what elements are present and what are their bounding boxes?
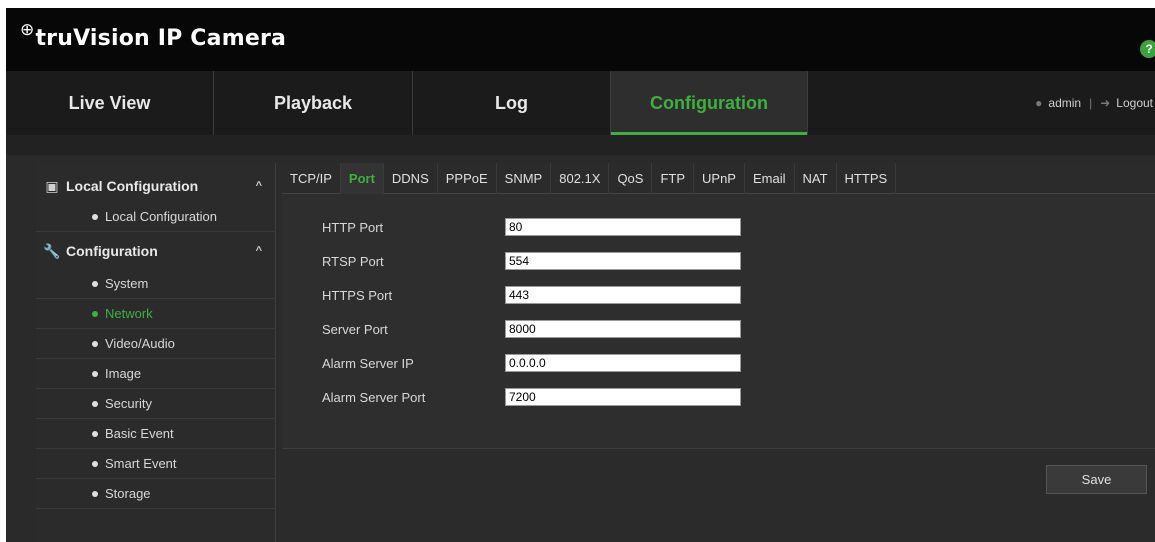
help-icon[interactable]: ?: [1140, 40, 1155, 58]
tab-email[interactable]: Email: [745, 163, 795, 194]
bullet-icon: [92, 370, 98, 377]
user-separator: |: [1089, 96, 1093, 110]
tab-nat[interactable]: NAT: [795, 163, 837, 194]
local-config-icon: ▣: [45, 177, 59, 194]
sidebar-section-label: Configuration: [66, 243, 158, 259]
alarm-server-ip-label: Alarm Server IP: [322, 355, 414, 371]
bullet-icon: [92, 310, 98, 317]
tab-https[interactable]: HTTPS: [837, 163, 897, 194]
sidebar-section-configuration[interactable]: 🔧 Configuration ^: [36, 236, 276, 266]
nav-tab-playback[interactable]: Playback: [214, 71, 413, 135]
sidebar-section-local-configuration[interactable]: ▣ Local Configuration ^: [36, 171, 276, 201]
tab-upnp[interactable]: UPnP: [694, 163, 745, 194]
collapse-caret-icon[interactable]: ^: [256, 180, 262, 192]
nav-tab-configuration[interactable]: Configuration: [611, 71, 808, 135]
bullet-icon: [92, 400, 98, 407]
sidebar-item-storage[interactable]: Storage: [36, 479, 276, 509]
bullet-icon: [92, 460, 98, 467]
wrench-icon: 🔧: [43, 242, 61, 259]
tab-802-1x[interactable]: 802.1X: [551, 163, 610, 194]
sidebar-item-label: Image: [105, 366, 142, 381]
brand-title: truVision IP Camera: [35, 26, 287, 51]
rtsp-port-label: RTSP Port: [322, 253, 384, 269]
logout-icon[interactable]: ➜: [1100, 96, 1110, 110]
sidebar-item-label: Storage: [105, 486, 151, 501]
user-icon: ●: [1035, 96, 1043, 110]
rtsp-port-row: RTSP Port 554: [322, 251, 741, 271]
collapse-caret-icon[interactable]: ^: [256, 245, 262, 257]
http-port-label: HTTP Port: [322, 219, 384, 235]
sidebar-item-label: Smart Event: [105, 456, 177, 471]
server-port-row: Server Port 8000: [322, 319, 741, 339]
https-port-row: HTTPS Port 443: [322, 285, 741, 305]
sidebar-section-label: Local Configuration: [66, 178, 199, 194]
bullet-icon: [92, 340, 98, 347]
alarm-server-port-row: Alarm Server Port 7200: [322, 387, 741, 407]
sidebar-item-video-audio[interactable]: Video/Audio: [36, 329, 276, 359]
http-port-row: HTTP Port 80: [322, 217, 741, 237]
bullet-icon: [92, 213, 98, 220]
user-area: ● admin | ➜ Logout: [1035, 71, 1155, 135]
sidebar-item-security[interactable]: Security: [36, 389, 276, 419]
server-port-field[interactable]: 8000: [505, 320, 741, 338]
rtsp-port-field[interactable]: 554: [505, 252, 741, 270]
sidebar-item-image[interactable]: Image: [36, 359, 276, 389]
logo-mark-icon: ⊕: [20, 20, 35, 40]
https-port-label: HTTPS Port: [322, 287, 393, 303]
sidebar-item-label: Security: [105, 396, 152, 411]
alarm-server-port-label: Alarm Server Port: [322, 389, 426, 405]
title-bar: ⊕ truVision IP Camera ?: [6, 8, 1155, 71]
sidebar-item-basic-event[interactable]: Basic Event: [36, 419, 276, 449]
sidebar-item-label: System: [105, 276, 149, 291]
app-window: ⊕ truVision IP Camera ? Live View Playba…: [6, 8, 1155, 542]
sidebar-item-label: Basic Event: [105, 426, 174, 441]
tab-snmp[interactable]: SNMP: [497, 163, 552, 194]
sidebar-item-label: Video/Audio: [105, 336, 175, 351]
username: admin: [1048, 96, 1082, 110]
main-nav: Live View Playback Log Configuration ● a…: [6, 71, 1155, 135]
sidebar-item-label: Network: [105, 306, 153, 321]
sidebar-item-label: Local Configuration: [105, 209, 218, 224]
sidebar-item-local-configuration[interactable]: Local Configuration: [36, 202, 276, 232]
tab-pppoe[interactable]: PPPoE: [438, 163, 497, 194]
brand-logo: ⊕ truVision IP Camera: [20, 20, 287, 51]
tab-qos[interactable]: QoS: [609, 163, 653, 194]
https-port-field[interactable]: 443: [505, 286, 741, 304]
nav-tab-live-view[interactable]: Live View: [6, 71, 214, 135]
bullet-icon: [92, 280, 98, 287]
tab-ddns[interactable]: DDNS: [384, 163, 438, 194]
bullet-icon: [92, 490, 98, 497]
alarm-server-ip-field[interactable]: 0.0.0.0: [505, 354, 741, 372]
sidebar: ▣ Local Configuration ^ Local Configurat…: [36, 163, 276, 542]
server-port-label: Server Port: [322, 321, 388, 337]
logout-link[interactable]: Logout: [1116, 96, 1153, 110]
sidebar-item-smart-event[interactable]: Smart Event: [36, 449, 276, 479]
tab-port[interactable]: Port: [340, 163, 384, 194]
save-button[interactable]: Save: [1046, 465, 1147, 494]
alarm-server-port-field[interactable]: 7200: [505, 388, 741, 406]
network-tabs: TCP/IP Port DDNS PPPoE SNMP 802.1X QoS F…: [282, 163, 1155, 194]
tab-ftp[interactable]: FTP: [652, 163, 695, 194]
tab-tcp-ip[interactable]: TCP/IP: [282, 163, 341, 194]
sidebar-item-system[interactable]: System: [36, 269, 276, 299]
port-settings-panel: HTTP Port 80 RTSP Port 554 HTTPS Port 44…: [282, 194, 1155, 449]
nav-tab-log[interactable]: Log: [413, 71, 611, 135]
sidebar-item-network[interactable]: Network: [36, 299, 276, 329]
bullet-icon: [92, 430, 98, 437]
sub-bar: [6, 135, 1155, 155]
http-port-field[interactable]: 80: [505, 218, 741, 236]
alarm-server-ip-row: Alarm Server IP 0.0.0.0: [322, 353, 741, 373]
content-area: TCP/IP Port DDNS PPPoE SNMP 802.1X QoS F…: [276, 163, 1155, 542]
